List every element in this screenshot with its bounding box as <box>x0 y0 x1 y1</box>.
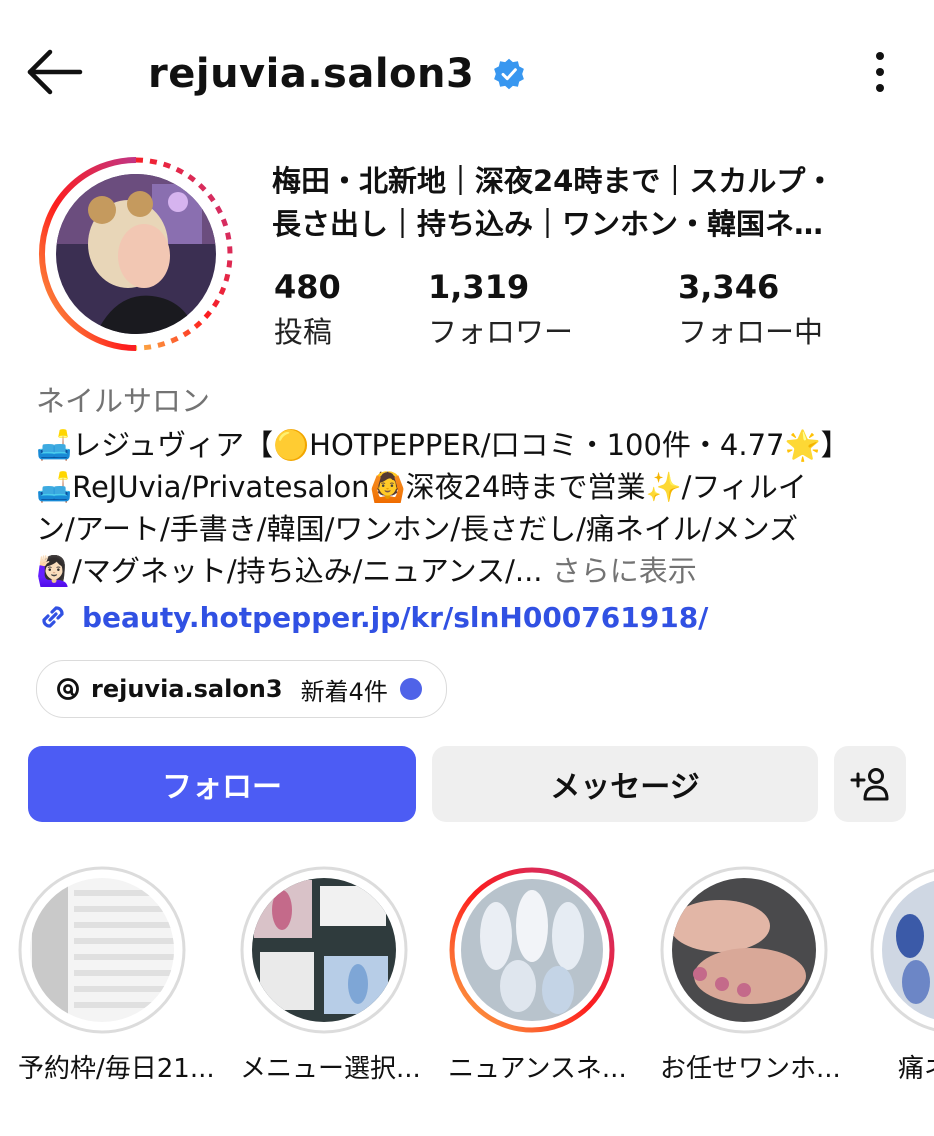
description-line: 🙋🏻‍♀️/マグネット/持ち込み/ニュアンス/... <box>36 554 543 588</box>
profile-category: ネイルサロン <box>36 384 211 418</box>
username-title: rejuvia.salon3 <box>148 51 475 97</box>
threads-badge[interactable]: rejuvia.salon3 新着4件 <box>36 660 447 718</box>
stat-followers-count: 1,319 <box>428 268 530 306</box>
message-button[interactable]: メッセージ <box>432 746 818 822</box>
profile-link[interactable]: beauty.hotpepper.jp/kr/slnH000761918/ <box>36 600 708 634</box>
highlight-thumb <box>240 866 408 1034</box>
more-options-button[interactable] <box>860 48 900 96</box>
back-button[interactable] <box>24 46 86 98</box>
bio-line-2: 長さ出し｜持ち込み｜ワンホン・韓国ネ… <box>272 207 824 241</box>
see-more-link[interactable]: さらに表示 <box>552 554 697 588</box>
stat-posts-count: 480 <box>274 268 341 306</box>
link-icon <box>42 606 64 628</box>
highlight-item[interactable]: ニュアンスネ... <box>448 866 627 1085</box>
description-line: 🛋️レジュヴィア【🟡HOTPEPPER/口コミ・100件・4.77🌟】 <box>36 428 850 462</box>
profile-description: 🛋️レジュヴィア【🟡HOTPEPPER/口コミ・100件・4.77🌟】 🛋️Re… <box>36 424 916 592</box>
highlight-thumb <box>448 866 616 1034</box>
profile-bio-header: 梅田・北新地｜深夜24時まで｜スカルプ・ 長さ出し｜持ち込み｜ワンホン・韓国ネ… <box>272 160 912 246</box>
profile-avatar[interactable] <box>56 174 216 334</box>
header-title: rejuvia.salon3 <box>148 44 526 104</box>
stat-followers-label: フォロワー <box>428 315 574 349</box>
threads-icon <box>57 678 79 700</box>
highlight-item[interactable]: 予約枠/毎日21... <box>18 866 215 1085</box>
suggest-people-button[interactable] <box>834 746 906 822</box>
highlight-label: メニュー選択... <box>240 1054 421 1084</box>
highlight-item[interactable]: メニュー選択... <box>240 866 421 1085</box>
highlight-label: ニュアンスネ... <box>448 1054 627 1084</box>
threads-handle: rejuvia.salon3 <box>91 675 283 703</box>
profile-link-text: beauty.hotpepper.jp/kr/slnH000761918/ <box>82 600 709 634</box>
highlight-label: 予約枠/毎日21... <box>18 1054 215 1084</box>
highlight-thumb <box>18 866 186 1034</box>
follow-button[interactable]: フォロー <box>28 746 416 822</box>
highlight-label: 痛ネ <box>898 1054 934 1084</box>
highlight-item[interactable]: 痛ネ <box>870 866 934 1085</box>
add-person-icon <box>850 768 889 801</box>
bio-line-1: 梅田・北新地｜深夜24時まで｜スカルプ・ <box>272 164 835 198</box>
stat-following[interactable]: 3,346 フォロー中 <box>678 266 823 356</box>
verified-badge-icon <box>494 58 525 90</box>
stat-following-label: フォロー中 <box>678 315 824 349</box>
highlight-thumb <box>870 866 934 1034</box>
arrow-left-icon <box>27 49 83 95</box>
stat-posts[interactable]: 480 投稿 <box>274 266 341 356</box>
more-vertical-icon <box>876 52 884 92</box>
highlight-label: お任せワンホ... <box>660 1054 841 1084</box>
threads-new-count: 新着4件 <box>300 677 388 706</box>
highlight-thumb <box>660 866 828 1034</box>
stat-posts-label: 投稿 <box>274 315 333 349</box>
new-indicator-dot <box>399 678 422 700</box>
highlight-item[interactable]: お任せワンホ... <box>660 866 841 1085</box>
description-line: ン/アート/手書き/韓国/ワンホン/長さだし/痛ネイル/メンズ <box>36 512 799 546</box>
description-line: 🛋️ReJUvia/Privatesalon🙆深夜24時まで営業✨/フィルイ <box>36 470 807 504</box>
stat-following-count: 3,346 <box>678 268 780 306</box>
stat-followers[interactable]: 1,319 フォロワー <box>428 266 573 356</box>
